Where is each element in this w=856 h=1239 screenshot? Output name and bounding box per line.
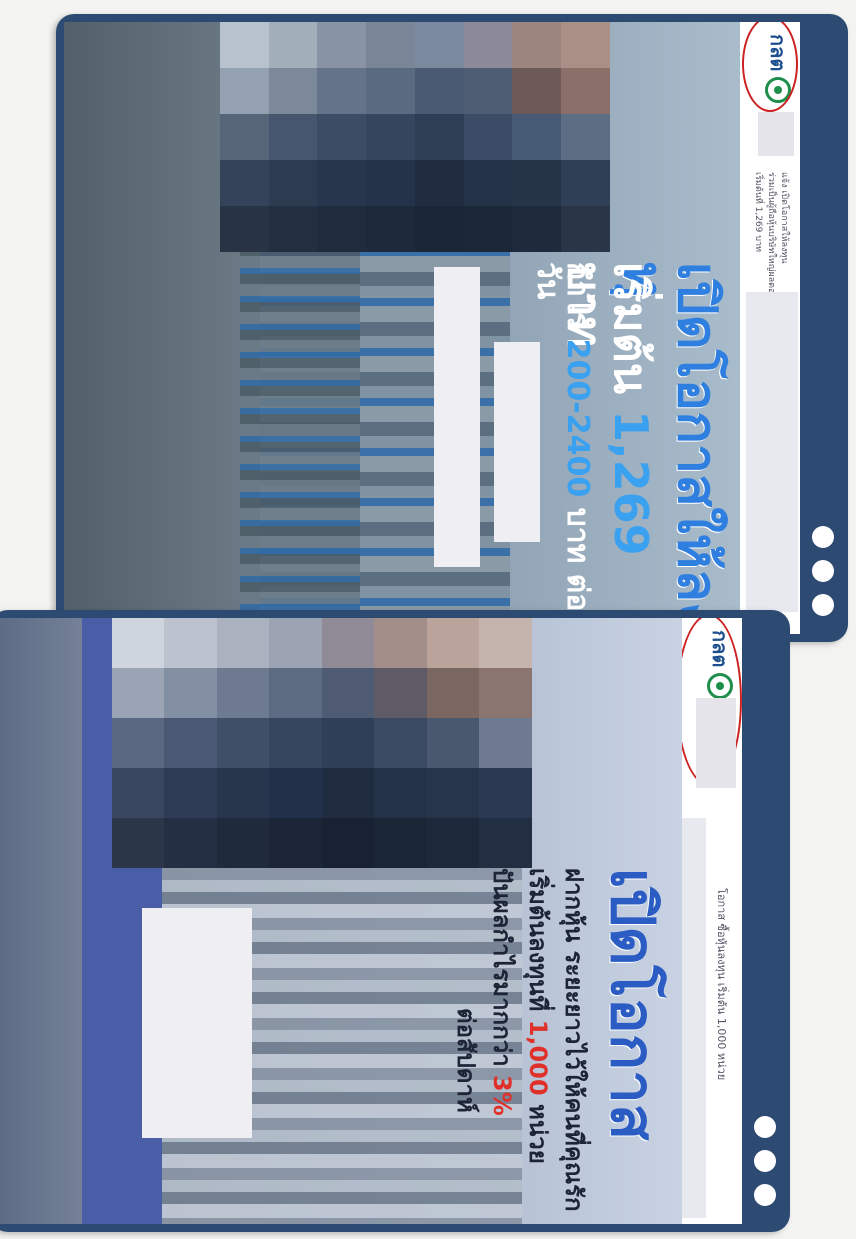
subhead-amount: 1,269 [604,410,658,556]
window-dots [812,526,834,616]
window-dot[interactable] [754,1184,776,1206]
ad-image: เปิดโอกาสให้ลงทุ เริ่มต้น 1,269 บาท กำไร… [64,22,740,634]
profit-prefix: กำไร [560,262,595,339]
caption-line: โอกาส ซื้อหุ้นลงทุน เริ่มต้น 1,000 หน่วย [715,888,728,1081]
line2-amount: 1,000 [524,1019,552,1096]
window-dot[interactable] [812,560,834,582]
post-panel: กลต แจ้ง เปิดโอกาสให้ลงทุน ร่วมเป็นผู้ถื… [64,22,800,634]
profit-range: 200-2400 [560,338,595,498]
window-dot[interactable] [754,1116,776,1138]
redacted-box [494,342,540,542]
post-panel: กลต โอกาส ซื้อหุ้นลงทุน เริ่มต้น 1,000 ห… [0,618,742,1224]
ad-image: เปิดโอกาส ฝากหุ้น ระยะยาวไว้ให้คนที่คุณร… [0,618,682,1224]
subhead-prefix: เริ่มต้น [604,262,658,411]
ad-card-1: กลต แจ้ง เปิดโอกาสให้ลงทุน ร่วมเป็นผู้ถื… [56,14,848,642]
window-dot[interactable] [812,526,834,548]
redacted-box [434,267,480,567]
stage: กลต แจ้ง เปิดโอกาสให้ลงทุน ร่วมเป็นผู้ถื… [0,0,856,1239]
line3-prefix: ปันผลกำไรมากกว่า [488,868,516,1076]
redacted-box [758,112,794,156]
ad-profit-line: กำไร 200-2400 บาท ต่อวัน [530,262,595,634]
redacted-box [746,292,798,612]
line2-suffix: หน่วย [524,1095,552,1164]
ad-card-2: กลต โอกาส ซื้อหุ้นลงทุน เริ่มต้น 1,000 ห… [0,610,790,1232]
ad-line-1: ฝากหุ้น ระยะยาวไว้ให้คนที่คุณรัก [560,868,588,1212]
post-caption: โอกาส ซื้อหุ้นลงทุน เริ่มต้น 1,000 หน่วย [715,888,728,1080]
window-dot[interactable] [754,1150,776,1172]
post-header: กลต แจ้ง เปิดโอกาสให้ลงทุน ร่วมเป็นผู้ถื… [742,22,800,634]
line2-prefix: เริ่มต้นลงทุนที่ [524,868,552,1020]
pixelated-person [220,22,610,252]
window-dots [754,1116,776,1206]
post-header: กลต โอกาส ซื้อหุ้นลงทุน เริ่มต้น 1,000 ห… [676,618,742,1224]
line3-amount: 3% [488,1075,516,1116]
ad-line-2: เริ่มต้นลงทุนที่ 1,000 หน่วย [524,868,552,1164]
redacted-box [142,908,252,1138]
ad-line-3: ปันผลกำไรมากกว่า 3% [488,868,516,1116]
ad-line-4: ต่อสัปดาห์ [452,1008,480,1113]
pixelated-person [112,618,532,868]
window-dot[interactable] [812,594,834,616]
ad-headline: เปิดโอกาส [597,868,667,1141]
redacted-box [696,698,736,788]
redacted-box [682,818,706,1218]
